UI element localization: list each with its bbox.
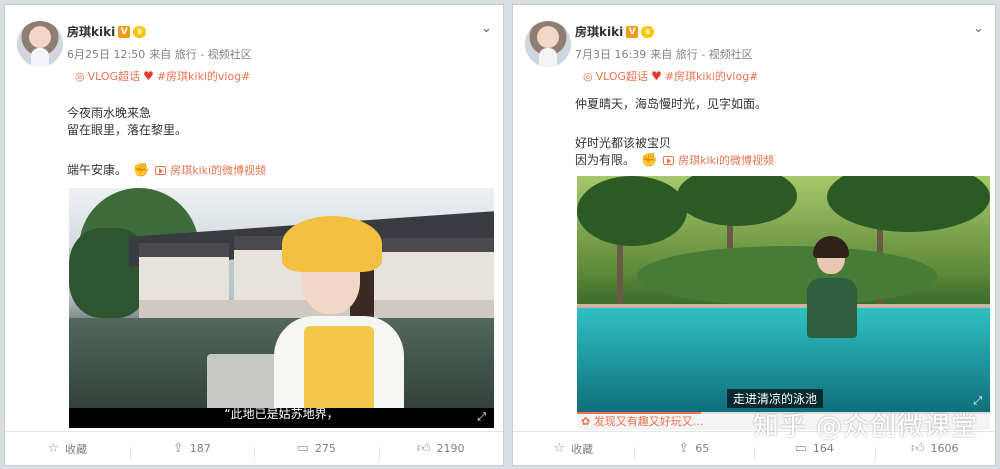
post-date[interactable]: 6月25日 12:50 <box>67 46 145 62</box>
post-meta: 6月25日 12:50 来自 旅行 - 视频社区 <box>67 46 252 62</box>
favorite-button[interactable]: ☆ 收藏 <box>513 441 634 457</box>
post-text: 今夜雨水晚来急 留在眼里，落在黎里。 <box>67 105 187 139</box>
video-subtitle: “此地已是姑苏地界， <box>224 407 339 421</box>
like-count: 1606 <box>930 442 959 455</box>
v-badge-icon: V <box>626 25 639 38</box>
topic-label[interactable]: VLOG超话 <box>88 68 140 84</box>
chevron-down-icon[interactable]: ⌄ <box>481 21 492 36</box>
text-line: 留在眼里，落在黎里。 <box>67 123 188 137</box>
post-date[interactable]: 7月3日 16:39 <box>575 46 646 62</box>
video-scene-bushes <box>637 246 937 306</box>
repost-icon: ⇪ <box>172 441 184 456</box>
greeting-row: 端午安康。 ✊ 房琪kiki的微博视频 <box>67 162 266 179</box>
comment-button[interactable]: ▭ 275 <box>254 441 379 461</box>
comment-button[interactable]: ▭ 164 <box>754 441 875 461</box>
comment-icon: ▭ <box>296 441 309 456</box>
text-line: 仲夏晴天，海岛慢时光，见字如面。 <box>575 97 768 111</box>
like-button[interactable]: 👍︎ 1606 <box>874 441 996 461</box>
weibo-post-card-left: 房琪kiki V ♛ 6月25日 12:50 来自 旅行 - 视频社区 ⌄ ◎ … <box>4 4 504 466</box>
like-button[interactable]: 👍︎ 2190 <box>378 441 504 461</box>
heart-icon: ♥ <box>651 69 662 83</box>
watermark: 知乎 @众创微课堂 <box>752 412 978 442</box>
weibo-post-card-right: 房琪kiki V ♛ 7月3日 16:39 来自 旅行 - 视频社区 ⌄ ◎ V… <box>512 4 996 466</box>
video-scene-palm <box>827 176 990 232</box>
text-line-with-link: 因为有限。 ✊ 房琪kiki的微博视频 <box>575 152 774 169</box>
video-scene-palm <box>577 176 687 246</box>
avatar[interactable] <box>17 21 63 67</box>
video-scene-person <box>274 216 404 428</box>
fire-icon: ✿ <box>581 415 591 428</box>
text-line: 今夜雨水晚来急 <box>67 106 152 120</box>
video-scene-palm <box>677 176 797 226</box>
repost-count: 187 <box>189 442 211 455</box>
comment-count: 164 <box>812 442 834 455</box>
topic-line: ◎ VLOG超话 ♥ #房琪kiki的vlog# <box>583 68 758 84</box>
video-link-label: 房琪kiki的微博视频 <box>678 154 775 167</box>
post-footer: ☆ 收藏 ⇪ 187 ▭ 275 👍︎ 2190 <box>5 431 503 465</box>
person-body <box>807 278 857 338</box>
person-hair <box>813 236 849 258</box>
like-icon: 👍︎ <box>416 441 431 456</box>
text-line: 因为有限。 <box>575 153 636 167</box>
person-hat <box>282 216 382 272</box>
star-icon: ☆ <box>553 441 566 456</box>
fullscreen-icon[interactable]: ⤢ <box>477 410 486 424</box>
vip-icon: ♛ <box>133 25 147 38</box>
topic-line: ◎ VLOG超话 ♥ #房琪kiki的vlog# <box>75 68 250 84</box>
repost-icon: ⇪ <box>678 441 690 456</box>
hashtag[interactable]: #房琪kiki的vlog# <box>157 68 251 84</box>
video-link[interactable]: 房琪kiki的微博视频 <box>663 152 774 169</box>
topic-label[interactable]: VLOG超话 <box>596 68 648 84</box>
v-badge-icon: V <box>118 25 131 38</box>
video-player-left[interactable]: “此地已是姑苏地界， ⤢ <box>69 188 494 428</box>
greeting-text: 端午安康。 <box>67 163 128 177</box>
video-icon <box>663 156 675 165</box>
repost-button[interactable]: ⇪ 187 <box>129 441 255 461</box>
post-source: 来自 旅行 - 视频社区 <box>149 48 252 61</box>
video-player-right[interactable]: 走进清凉的泳池 ⤢ <box>577 176 990 412</box>
post-text: 好时光都该被宝贝 因为有限。 ✊ 房琪kiki的微博视频 <box>575 135 774 169</box>
topic-icon: ◎ <box>583 69 593 83</box>
favorite-button[interactable]: ☆ 收藏 <box>5 441 130 457</box>
comment-icon: ▭ <box>794 441 807 456</box>
hand-icon: ✊ <box>133 163 150 178</box>
post-text: 仲夏晴天，海岛慢时光，见字如面。 <box>575 96 767 113</box>
like-icon: 👍︎ <box>910 441 925 456</box>
username-row: 房琪kiki V ♛ <box>575 23 655 40</box>
favorite-label: 收藏 <box>65 442 88 456</box>
chevron-down-icon[interactable]: ⌄ <box>973 21 984 36</box>
like-count: 2190 <box>436 442 465 455</box>
vip-icon: ♛ <box>641 25 655 38</box>
star-icon: ☆ <box>47 441 60 456</box>
hashtag[interactable]: #房琪kiki的vlog# <box>665 68 759 84</box>
username-row: 房琪kiki V ♛ <box>67 23 147 40</box>
video-scene-house <box>139 243 229 303</box>
trending-text: 发现又有趣又好玩又... <box>593 415 704 428</box>
heart-icon: ♥ <box>143 69 154 83</box>
video-link[interactable]: 房琪kiki的微博视频 <box>155 162 266 179</box>
video-link-label: 房琪kiki的微博视频 <box>170 164 267 177</box>
username[interactable]: 房琪kiki <box>67 23 115 40</box>
post-source: 来自 旅行 - 视频社区 <box>650 48 753 61</box>
hand-icon: ✊ <box>641 153 658 168</box>
repost-button[interactable]: ⇪ 65 <box>633 441 755 461</box>
video-icon <box>155 166 167 175</box>
text-line: 好时光都该被宝贝 <box>575 136 672 150</box>
topic-icon: ◎ <box>75 69 85 83</box>
avatar[interactable] <box>525 21 571 67</box>
video-scene-person <box>807 236 857 356</box>
repost-count: 65 <box>695 442 710 455</box>
post-meta: 7月3日 16:39 来自 旅行 - 视频社区 <box>575 46 753 62</box>
comment-count: 275 <box>314 442 336 455</box>
username[interactable]: 房琪kiki <box>575 23 623 40</box>
favorite-label: 收藏 <box>571 442 594 456</box>
